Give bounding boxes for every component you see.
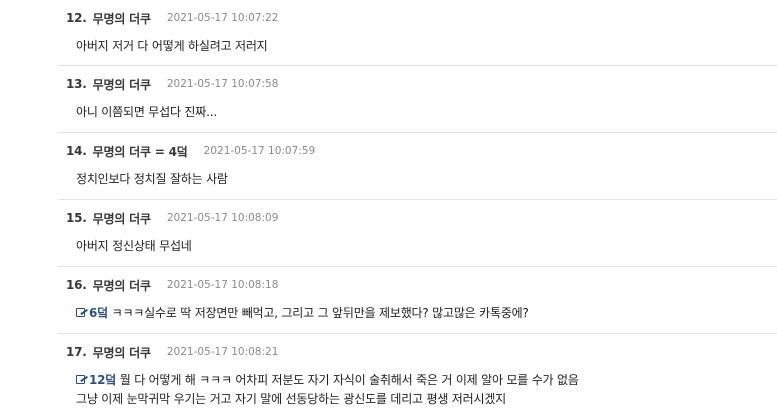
comment-author: 무명의 더쿠 = 4덬 — [92, 144, 188, 159]
comment-header: 12. 무명의 더쿠 2021-05-17 10:07:22 — [66, 10, 278, 26]
comment-author: 무명의 더쿠 — [92, 211, 151, 226]
comment-text: 그냥 이제 눈막귀막 우기는 거고 자기 말에 선동당하는 광신도를 데리고 평… — [76, 392, 507, 406]
reply-anchor-link[interactable]: 12덬 — [76, 373, 116, 387]
reply-anchor-label[interactable]: 6덬 — [89, 306, 108, 320]
comment-body: 6덬 ㅋㅋㅋ실수로 딱 저장면만 빼먹고, 그리고 그 앞뒤만을 제보했다? 많… — [76, 304, 529, 323]
comment-timestamp: 2021-05-17 10:07:58 — [166, 78, 279, 90]
comment-timestamp: 2021-05-17 10:08:21 — [166, 346, 279, 358]
comment-number[interactable]: 16. — [66, 278, 87, 292]
comment-body: 12덬 뭘 다 어떻게 해 ㅋㅋㅋ 어차피 저분도 자기 자식이 술취해서 죽은… — [76, 371, 579, 409]
comment-body: 아니 이쯤되면 무섭다 진짜... — [76, 103, 217, 122]
comment-line: 그냥 이제 눈막귀막 우기는 거고 자기 말에 선동당하는 광신도를 데리고 평… — [76, 390, 579, 409]
reply-anchor-label[interactable]: 12덬 — [89, 373, 116, 387]
comment-header: 13. 무명의 더쿠 2021-05-17 10:07:58 — [66, 76, 278, 92]
comment-author: 무명의 더쿠 — [92, 278, 151, 293]
comment-author: 무명의 더쿠 — [92, 11, 151, 26]
comment-line: 12덬 뭘 다 어떻게 해 ㅋㅋㅋ 어차피 저분도 자기 자식이 술취해서 죽은… — [76, 371, 579, 390]
comment-number[interactable]: 13. — [66, 77, 87, 91]
comment-header: 14. 무명의 더쿠 = 4덬 2021-05-17 10:07:59 — [66, 143, 315, 159]
comment-timestamp: 2021-05-17 10:08:18 — [166, 279, 279, 291]
comment-timestamp: 2021-05-17 10:07:59 — [203, 145, 316, 157]
comment-text: 아니 이쯤되면 무섭다 진짜... — [76, 105, 217, 119]
comment-header: 16. 무명의 더쿠 2021-05-17 10:08:18 — [66, 277, 278, 293]
comment-text: 정치인보다 정치질 잘하는 사람 — [76, 172, 228, 186]
comment-text: ㅋㅋㅋ실수로 딱 저장면만 빼먹고, 그리고 그 앞뒤만을 제보했다? 많고많은… — [111, 306, 529, 320]
reply-anchor-icon — [76, 375, 88, 385]
comment-body: 아버지 정신상태 무섭네 — [76, 237, 192, 256]
comment-body: 정치인보다 정치질 잘하는 사람 — [76, 170, 228, 189]
comment-item: 14. 무명의 더쿠 = 4덬 2021-05-17 10:07:59 정치인보… — [58, 133, 777, 200]
comment-number[interactable]: 17. — [66, 345, 87, 359]
comment-author: 무명의 더쿠 — [92, 345, 151, 360]
comment-item: 15. 무명의 더쿠 2021-05-17 10:08:09 아버지 정신상태 … — [58, 200, 777, 267]
comment-number[interactable]: 12. — [66, 11, 87, 25]
comment-item: 16. 무명의 더쿠 2021-05-17 10:08:18 6덬 ㅋㅋㅋ실수로… — [58, 267, 777, 334]
comment-body: 아버지 저거 다 어떻게 하실려고 저러지 — [76, 37, 268, 56]
reply-anchor-link[interactable]: 6덬 — [76, 306, 108, 320]
comment-header: 17. 무명의 더쿠 2021-05-17 10:08:21 — [66, 344, 278, 360]
comment-item: 12. 무명의 더쿠 2021-05-17 10:07:22 아버지 저거 다 … — [58, 0, 777, 66]
comment-text: 아버지 정신상태 무섭네 — [76, 239, 192, 253]
comment-timestamp: 2021-05-17 10:07:22 — [166, 12, 279, 24]
comment-text: 아버지 저거 다 어떻게 하실려고 저러지 — [76, 39, 268, 53]
comment-number[interactable]: 14. — [66, 144, 87, 158]
comment-list: 12. 무명의 더쿠 2021-05-17 10:07:22 아버지 저거 다 … — [0, 0, 777, 418]
comment-number[interactable]: 15. — [66, 211, 87, 225]
comment-author: 무명의 더쿠 — [92, 77, 151, 92]
comment-timestamp: 2021-05-17 10:08:09 — [166, 212, 279, 224]
comment-item: 17. 무명의 더쿠 2021-05-17 10:08:21 12덬 뭘 다 어… — [58, 334, 777, 418]
comment-header: 15. 무명의 더쿠 2021-05-17 10:08:09 — [66, 210, 278, 226]
comment-item: 13. 무명의 더쿠 2021-05-17 10:07:58 아니 이쯤되면 무… — [58, 66, 777, 133]
comment-text: 뭘 다 어떻게 해 ㅋㅋㅋ 어차피 저분도 자기 자식이 술취해서 죽은 거 이… — [119, 373, 579, 387]
reply-anchor-icon — [76, 308, 88, 318]
